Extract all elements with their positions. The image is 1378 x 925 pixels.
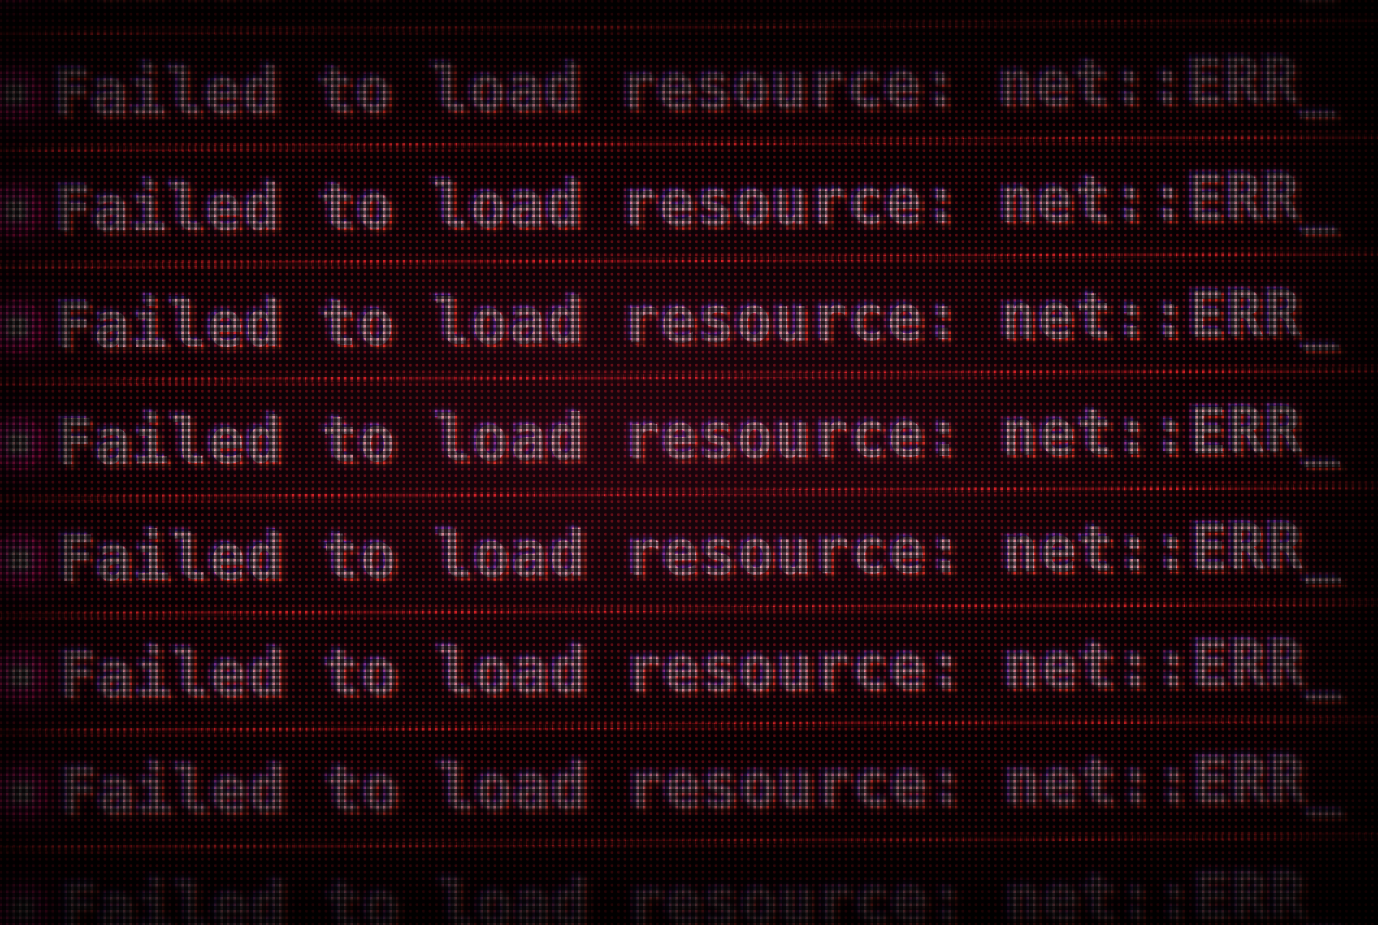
devtools-console-log[interactable]: Failed to load resource: net::ERR_ Faile… — [0, 0, 1378, 925]
screen-macro-photo: Failed to load resource: net::ERR_ Faile… — [0, 0, 1378, 925]
console-error-row[interactable]: Failed to load resource: net::ERR_ — [0, 487, 1378, 619]
console-error-message: Failed to load resource: net::ERR_ — [59, 626, 1345, 712]
console-error-message: Failed to load resource: net::ERR_ — [60, 743, 1346, 829]
error-circle-x-icon — [0, 183, 44, 238]
error-circle-x-icon — [0, 532, 47, 588]
console-error-message: Failed to load resource: net::ERR_ — [56, 277, 1341, 363]
console-error-message: Failed to load resource: net::ERR_ — [58, 510, 1344, 596]
console-error-row[interactable]: Failed to load resource: net::ERR_ — [0, 21, 1378, 153]
error-circle-x-icon — [0, 882, 50, 925]
error-circle-x-icon — [0, 299, 45, 355]
console-error-row[interactable]: Failed to load resource: net::ERR_ — [0, 370, 1378, 503]
console-error-message: Failed to load resource: net::ERR_ — [54, 160, 1340, 246]
error-circle-x-icon — [0, 765, 49, 821]
console-error-row[interactable]: Failed to load resource: net::ERR_ — [0, 603, 1378, 736]
console-error-message: Failed to load resource: net::ERR_ — [53, 0, 1338, 13]
error-circle-x-icon — [0, 0, 41, 5]
error-circle-x-icon — [0, 66, 42, 122]
console-error-row[interactable]: Failed to load resource: net::ERR_ — [0, 720, 1378, 852]
console-error-row[interactable]: Failed to load resource: net::ERR_ — [0, 137, 1378, 270]
console-error-row[interactable]: Failed to load resource: net::ERR_ — [0, 254, 1378, 386]
console-error-row[interactable]: Failed to load resource: net::ERR_ — [0, 836, 1378, 925]
console-error-message: Failed to load resource: net::ERR_ — [61, 859, 1347, 925]
console-error-message: Failed to load resource: net::ERR_ — [57, 393, 1342, 479]
error-circle-x-icon — [0, 416, 46, 471]
error-circle-x-icon — [0, 649, 48, 704]
console-error-message: Failed to load resource: net::ERR_ — [53, 44, 1339, 130]
